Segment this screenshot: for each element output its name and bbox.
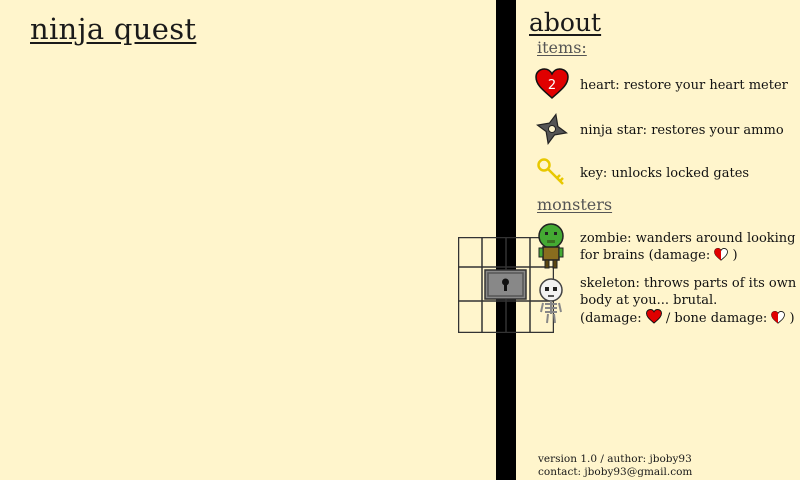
zombie-description: zombie: wanders around looking for brain… [580,230,796,264]
zombie-icon [538,223,564,269]
footer: version 1.0 / author: jboby93 contact: j… [538,453,692,479]
skeleton-description-line3: (damage: / bone damage: ) [580,309,796,327]
skeleton-description-line2: body at you... brutal. [580,293,718,308]
monsters-heading: monsters [537,195,613,214]
skeleton-damage-close: ) [785,311,795,326]
contact-email[interactable]: contact: jboby93@gmail.com [538,466,692,479]
version-author: version 1.0 / author: jboby93 [538,453,692,465]
ninja-star-icon [536,113,568,145]
skeleton-damage-label: (damage: [580,311,646,326]
game-title: ninja quest [30,12,197,46]
zombie-damage-label: for brains (damage: [580,248,715,263]
heart-icon: 2 [535,68,569,100]
key-icon [537,158,564,185]
half-heart-icon [771,311,786,324]
skeleton-description: skeleton: throws parts of its own body a… [580,275,796,327]
full-heart-icon [645,309,662,324]
about-heading: about [529,8,602,37]
skeleton-icon [539,278,563,324]
locked-gate-icon [484,269,527,300]
heart-description: heart: restore your heart meter [580,78,788,93]
zombie-damage-close: ) [728,248,738,263]
key-description: key: unlocks locked gates [580,166,750,181]
half-heart-icon [714,248,729,261]
ninja-star-description: ninja star: restores your ammo [580,123,784,138]
zombie-description-line1: zombie: wanders around looking [580,231,796,246]
heart-count-label: 2 [548,78,556,93]
zombie-description-line2: for brains (damage: ) [580,247,796,264]
skeleton-description-line1: skeleton: throws parts of its own [580,276,797,291]
bone-damage-label: / bone damage: [661,311,772,326]
items-heading: items: [537,38,587,57]
